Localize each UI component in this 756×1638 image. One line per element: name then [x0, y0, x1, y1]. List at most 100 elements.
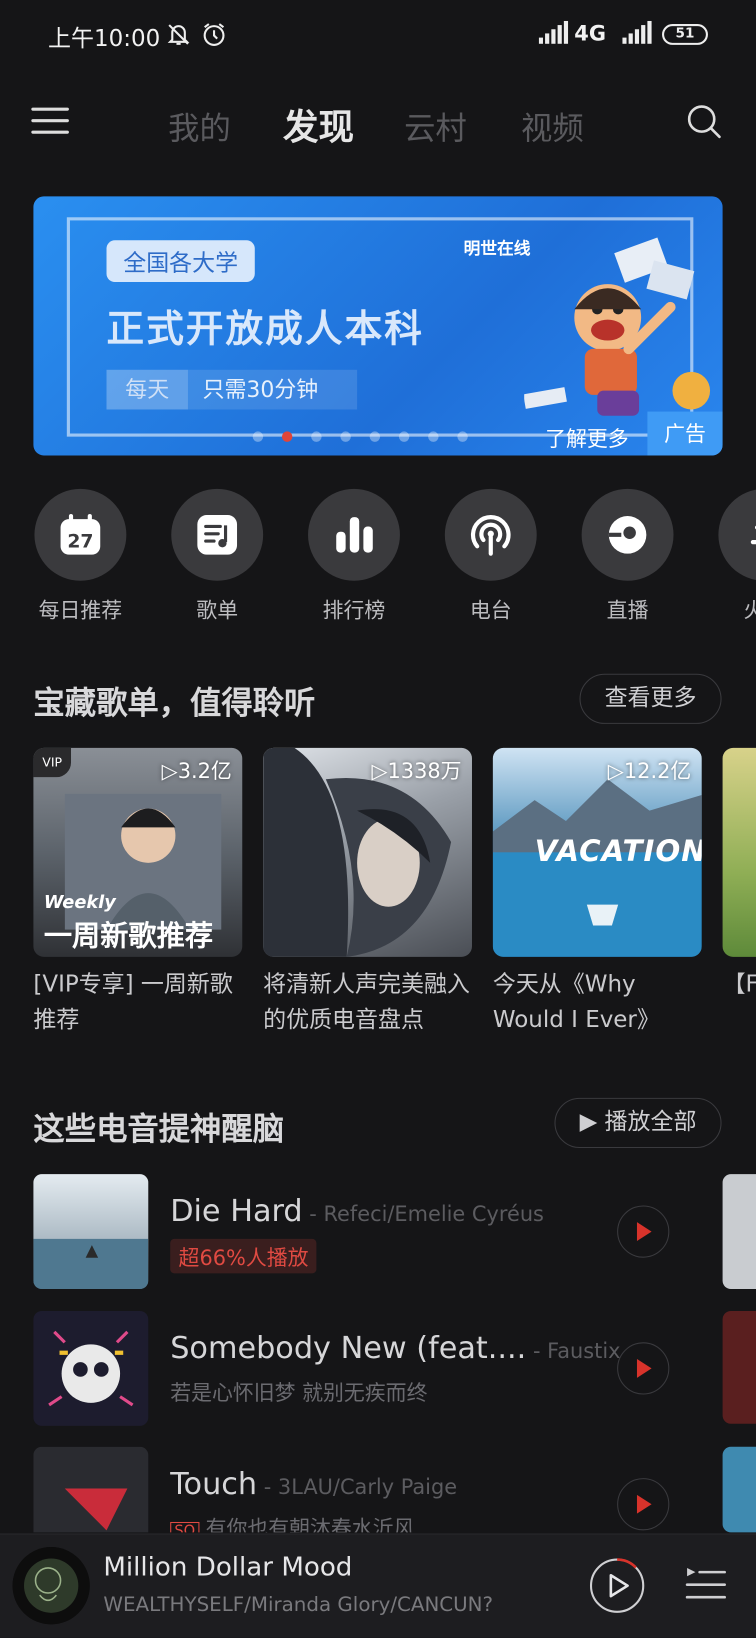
playlist-title: [VIP专享] 一周新歌推荐 [33, 971, 233, 1034]
network-type: 4G [574, 20, 606, 46]
song-cover [33, 1310, 149, 1426]
play-pause-button[interactable] [589, 1557, 645, 1618]
song-title: Somebody New (feat.... - Faustix [170, 1329, 621, 1366]
song-play-button[interactable] [617, 1205, 670, 1258]
next-song-cover[interactable] [722, 1174, 756, 1290]
see-more-button[interactable]: 查看更多 [579, 673, 722, 724]
ad-banner[interactable]: 全国各大学 明世在线 正式开放成人本科 每天 只需30分钟 了解更多 广告 [33, 196, 723, 456]
playlists-section-title: 宝藏歌单，值得聆听 [33, 685, 316, 722]
cover-vacation-text: VACATION [534, 833, 702, 869]
next-song-cover[interactable] [722, 1446, 756, 1533]
hot-badge: 超66%人播放 [170, 1238, 317, 1274]
play-icon [636, 1222, 652, 1241]
learn-more-link[interactable]: 了解更多 [545, 422, 629, 452]
status-bar: 上午10:00 4G 51 [0, 0, 756, 69]
top-nav: 我的 发现 云村 视频 [0, 84, 756, 161]
playlist-cover: ▷12.2亿 VACATION [492, 747, 702, 957]
song-title: Die Hard - Refeci/Emelie Cyréus [170, 1192, 544, 1229]
svg-text:27: 27 [67, 531, 93, 552]
playlist-queue-icon[interactable] [685, 1564, 727, 1610]
playlist-card[interactable]: 【F耳朵 [722, 747, 756, 1038]
now-playing-title: Million Dollar Mood [103, 1551, 353, 1582]
quick-label: 火前 [717, 593, 756, 623]
banner-pagination [252, 426, 487, 446]
song-meta: 若是心怀旧梦 就别无疾而终 [170, 1379, 428, 1405]
play-all-button[interactable]: ▶ 播放全部 [554, 1097, 722, 1149]
calendar-icon: 27 [34, 488, 127, 581]
song-cover [33, 1446, 149, 1533]
playlist-cover [722, 747, 756, 957]
play-all-label: 播放全部 [604, 1109, 697, 1136]
live-icon [581, 488, 674, 581]
song-play-button[interactable] [617, 1478, 670, 1531]
songs-section-title: 这些电音提神醒脑 [33, 1111, 285, 1149]
quick-label: 排行榜 [322, 597, 386, 623]
app-root: 上午10:00 4G 51 我的 发现 云村 视频 全国各大学 明世在线 正式开… [0, 0, 756, 1638]
battery-indicator: 51 [662, 24, 708, 45]
now-playing-cover [12, 1547, 90, 1625]
quick-charts[interactable]: 排行榜 [307, 488, 401, 624]
signal-icon-2 [622, 20, 653, 48]
quick-playlist[interactable]: 歌单 [170, 488, 264, 624]
play-icon [636, 1494, 652, 1514]
signal-icon [538, 20, 570, 48]
tab-discover[interactable]: 发现 [283, 98, 354, 149]
search-icon[interactable] [685, 102, 723, 144]
song-row[interactable]: Die Hard - Refeci/Emelie Cyréus 超66%人播放 [33, 1174, 701, 1291]
cartoon-student-illustration [524, 237, 711, 416]
playlist-card[interactable]: ▷12.2亿 VACATION 今天从《Why Would I Ever》听..… [492, 747, 702, 1038]
song-play-button[interactable] [617, 1342, 670, 1395]
playlist-title: 【F耳朵 [722, 971, 756, 998]
quick-label: 每日推荐 [38, 597, 123, 623]
quick-daily-recommend[interactable]: 27 每日推荐 [33, 488, 127, 624]
quick-label: 直播 [606, 597, 649, 623]
cover-weekly-text: Weekly [43, 892, 116, 913]
song-meta: SQ 有你也有朝沐春水沂风 [170, 1512, 414, 1533]
song-title: Touch - 3LAU/Carly Paige [170, 1465, 458, 1502]
playlist-title: 将清新人声完美融入的优质电音盘点 [263, 971, 470, 1034]
banner-sub-b: 只需30分钟 [202, 377, 319, 403]
status-time: 上午10:00 [48, 26, 161, 53]
banner-sub-a: 每天 [106, 369, 188, 410]
song-artist: - 3LAU/Carly Paige [257, 1473, 458, 1500]
banner-headline: 正式开放成人本科 [106, 308, 424, 351]
fire-icon [718, 488, 756, 581]
song-row[interactable]: Touch - 3LAU/Carly Paige SQ 有你也有朝沐春水沂风 [33, 1446, 701, 1533]
playlist-cover: VIP ▷3.2亿 Weekly 一周新歌推荐 [33, 747, 243, 957]
playlist-card[interactable]: ▷1338万 将清新人声完美融入的优质电音盘点 [263, 747, 472, 1038]
quick-live[interactable]: 直播 [581, 488, 675, 624]
banner-subline: 每天 只需30分钟 [106, 369, 358, 410]
banner-brand: 明世在线 [463, 238, 531, 259]
play-icon [636, 1359, 652, 1378]
tab-mine[interactable]: 我的 [168, 102, 231, 148]
playlist-card[interactable]: VIP ▷3.2亿 Weekly 一周新歌推荐 [VIP专享] 一周新歌推荐 [33, 747, 243, 1038]
chart-icon [308, 488, 400, 581]
cover-title-text: 一周新歌推荐 [43, 920, 214, 953]
mini-player[interactable]: Million Dollar Mood WEALTHYSELF/Miranda … [0, 1533, 756, 1638]
mute-icon [165, 21, 192, 52]
sq-badge: SQ [170, 1521, 200, 1533]
song-artist: - Faustix [526, 1338, 621, 1364]
quick-fire[interactable]: 火前 [717, 488, 756, 624]
quick-label: 电台 [469, 597, 512, 623]
playlist-title: 今天从《Why Would I Ever》听... [492, 971, 660, 1034]
radio-icon [444, 488, 537, 581]
next-song-cover[interactable] [722, 1310, 756, 1424]
song-cover [33, 1174, 149, 1290]
quick-radio[interactable]: 电台 [444, 488, 538, 624]
song-artist: - Refeci/Emelie Cyréus [302, 1201, 544, 1227]
banner-tag: 全国各大学 [106, 240, 255, 283]
ad-badge: 广告 [647, 411, 723, 456]
song-meta: 超66%人播放 [170, 1238, 317, 1274]
tab-cloud-village[interactable]: 云村 [404, 102, 467, 148]
tab-video[interactable]: 视频 [521, 102, 584, 148]
playlist-cover: ▷1338万 [263, 747, 472, 957]
play-circle-icon [589, 1558, 645, 1614]
play-count: ▷1338万 [371, 758, 462, 784]
menu-icon[interactable] [31, 104, 71, 137]
play-count: ▷12.2亿 [607, 758, 692, 784]
playlist-icon [171, 488, 264, 581]
song-row[interactable]: Somebody New (feat.... - Faustix 若是心怀旧梦 … [33, 1310, 701, 1428]
now-playing-artist: WEALTHYSELF/Miranda Glory/CANCUN? [103, 1593, 494, 1616]
play-triangle-icon: ▶ [579, 1109, 598, 1136]
